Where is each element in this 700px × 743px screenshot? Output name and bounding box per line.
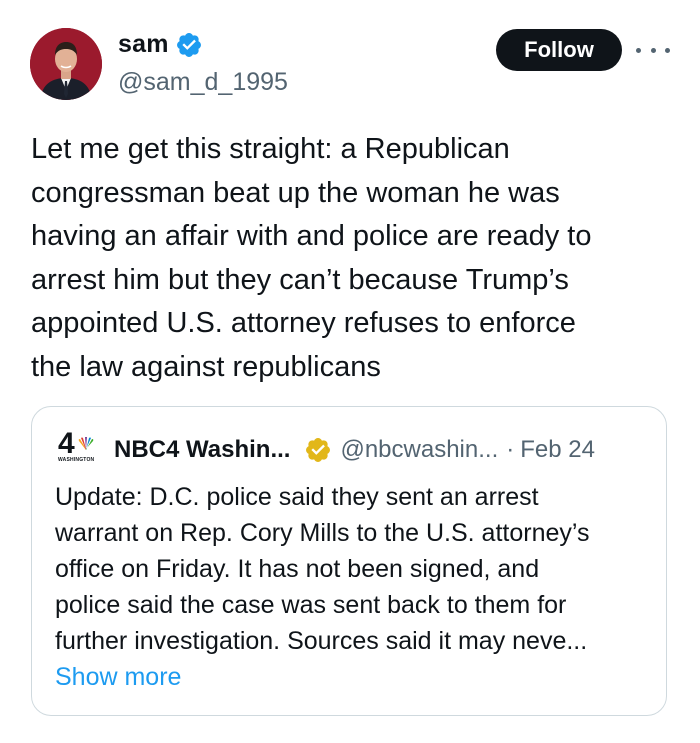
tweet-text: Let me get this straight: a Republican c… <box>31 133 592 383</box>
nbc4-logo-subtext: WASHINGTON <box>58 457 95 463</box>
verified-badge-icon[interactable] <box>175 31 203 59</box>
follow-button[interactable]: Follow <box>496 29 622 71</box>
quoted-tweet-card[interactable]: 4 WASHINGTON NBC4 Washin... @nbcwashin..… <box>31 406 667 716</box>
quoted-date[interactable]: Feb 24 <box>520 436 595 464</box>
quoted-tweet-header: 4 WASHINGTON NBC4 Washin... @nbcwashin..… <box>58 427 595 467</box>
nbc4-logo[interactable]: 4 WASHINGTON <box>58 427 104 467</box>
more-dot <box>636 47 641 53</box>
quoted-separator: · <box>506 436 515 463</box>
avatar-image <box>30 28 102 100</box>
author-name-row: sam <box>118 30 203 59</box>
author-display-name[interactable]: sam <box>118 30 169 59</box>
quoted-handle[interactable]: @nbcwashin... <box>340 436 498 464</box>
avatar[interactable] <box>30 28 102 100</box>
quoted-tweet-text: Update: D.C. police said they sent an ar… <box>55 483 590 655</box>
author-handle[interactable]: @sam_d_1995 <box>118 68 288 97</box>
more-options-icon[interactable] <box>636 36 670 64</box>
more-dot <box>665 47 670 53</box>
quoted-display-name[interactable]: NBC4 Washin... <box>114 436 290 464</box>
peacock-icon <box>78 437 94 450</box>
gold-verified-badge-icon[interactable] <box>304 436 332 464</box>
nbc4-logo-number: 4 <box>58 427 75 460</box>
show-more-link[interactable]: Show more <box>55 659 181 695</box>
more-dot <box>650 47 656 53</box>
